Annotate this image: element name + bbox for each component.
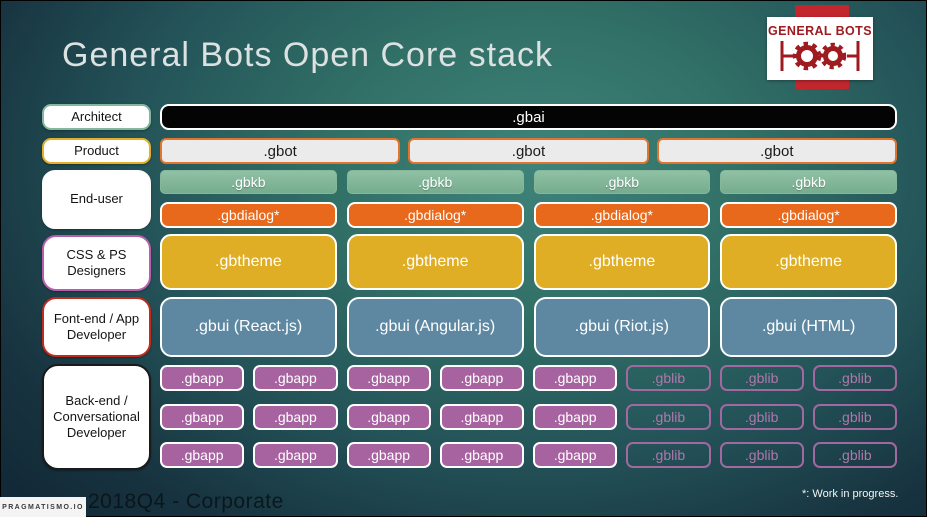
- gbapp-box: .gbapp: [346, 442, 431, 468]
- gblib-box: .gblib: [812, 365, 897, 391]
- gbkb-box: .gbkb: [533, 170, 711, 194]
- gbapp-box: .gbapp: [346, 365, 431, 391]
- row-gbkb: .gbkb .gbkb .gbkb .gbkb: [160, 170, 897, 194]
- role-label-backend-conversational-developer: Back-end / Conversational Developer: [42, 364, 151, 470]
- gbdialog-box: .gbdialog*: [160, 202, 337, 228]
- row-gbui: .gbui (React.js) .gbui (Angular.js) .gbu…: [160, 297, 897, 357]
- gbui-riot-box: .gbui (Riot.js): [533, 297, 711, 357]
- footer-text: 2018Q4 - Corporate: [88, 490, 284, 513]
- gbapp-box: .gbapp: [160, 365, 245, 391]
- gblib-box: .gblib: [626, 442, 711, 468]
- gbtheme-box: .gbtheme: [720, 234, 897, 290]
- gblib-box: .gblib: [812, 404, 897, 430]
- gbapp-box: .gbapp: [439, 404, 524, 430]
- work-in-progress-footnote: *: Work in progress.: [802, 488, 899, 500]
- gbapp-box: .gbapp: [160, 404, 245, 430]
- row-gbapp-1: .gbapp .gbapp .gbapp .gbapp .gbapp .gbli…: [160, 365, 897, 391]
- gbapp-box: .gbapp: [160, 442, 245, 468]
- gblib-box: .gblib: [812, 442, 897, 468]
- row-gbtheme: .gbtheme .gbtheme .gbtheme .gbtheme: [160, 234, 897, 290]
- gbapp-box: .gbapp: [253, 365, 338, 391]
- gbtheme-box: .gbtheme: [346, 234, 524, 290]
- gbapp-box: .gbapp: [253, 404, 338, 430]
- gbui-angular-box: .gbui (Angular.js): [346, 297, 524, 357]
- gblib-box: .gblib: [626, 404, 711, 430]
- gblib-box: .gblib: [719, 365, 804, 391]
- row-gbot: .gbot .gbot .gbot: [160, 138, 897, 164]
- gbot-box: .gbot: [656, 138, 897, 164]
- gbapp-box: .gbapp: [439, 365, 524, 391]
- gbkb-box: .gbkb: [346, 170, 524, 194]
- row-gbdialog: .gbdialog* .gbdialog* .gbdialog* .gbdial…: [160, 202, 897, 228]
- slide: General Bots Open Core stack GENERAL BOT…: [0, 0, 927, 517]
- gbapp-box: .gbapp: [346, 404, 431, 430]
- two-gears-icon: [780, 41, 860, 71]
- gbdialog-box: .gbdialog*: [346, 202, 524, 228]
- role-label-frontend-app-developer: Font-end / App Developer: [42, 297, 151, 357]
- gblib-box: .gblib: [719, 442, 804, 468]
- gbot-box: .gbot: [160, 138, 401, 164]
- pragmatismo-watermark: PRAGMATISMO.IO: [0, 497, 86, 517]
- gblib-box: .gblib: [719, 404, 804, 430]
- gbkb-box: .gbkb: [160, 170, 337, 194]
- role-label-product: Product: [42, 138, 151, 164]
- role-label-architect: Architect: [42, 104, 151, 130]
- gbapp-box: .gbapp: [439, 442, 524, 468]
- gblib-box: .gblib: [626, 365, 711, 391]
- gbui-html-box: .gbui (HTML): [720, 297, 897, 357]
- gbui-react-box: .gbui (React.js): [160, 297, 337, 357]
- gbtheme-box: .gbtheme: [160, 234, 337, 290]
- row-gbapp-2: .gbapp .gbapp .gbapp .gbapp .gbapp .gbli…: [160, 404, 897, 430]
- role-label-css-ps-designers: CSS & PS Designers: [42, 235, 151, 291]
- gbapp-box: .gbapp: [533, 404, 618, 430]
- gbdialog-box: .gbdialog*: [720, 202, 897, 228]
- logo-brand-text: GENERAL BOTS: [768, 24, 872, 38]
- gbkb-box: .gbkb: [720, 170, 897, 194]
- gbapp-box: .gbapp: [253, 442, 338, 468]
- page-title: General Bots Open Core stack: [62, 36, 554, 74]
- gbapp-box: .gbapp: [533, 365, 618, 391]
- gbai-box: .gbai: [160, 104, 897, 130]
- gbdialog-box: .gbdialog*: [533, 202, 711, 228]
- gbtheme-box: .gbtheme: [533, 234, 711, 290]
- gbot-box: .gbot: [408, 138, 649, 164]
- role-label-end-user: End-user: [42, 170, 151, 229]
- gbapp-box: .gbapp: [533, 442, 618, 468]
- row-gbai: .gbai: [160, 104, 897, 130]
- general-bots-logo: GENERAL BOTS: [767, 17, 873, 80]
- row-gbapp-3: .gbapp .gbapp .gbapp .gbapp .gbapp .gbli…: [160, 442, 897, 468]
